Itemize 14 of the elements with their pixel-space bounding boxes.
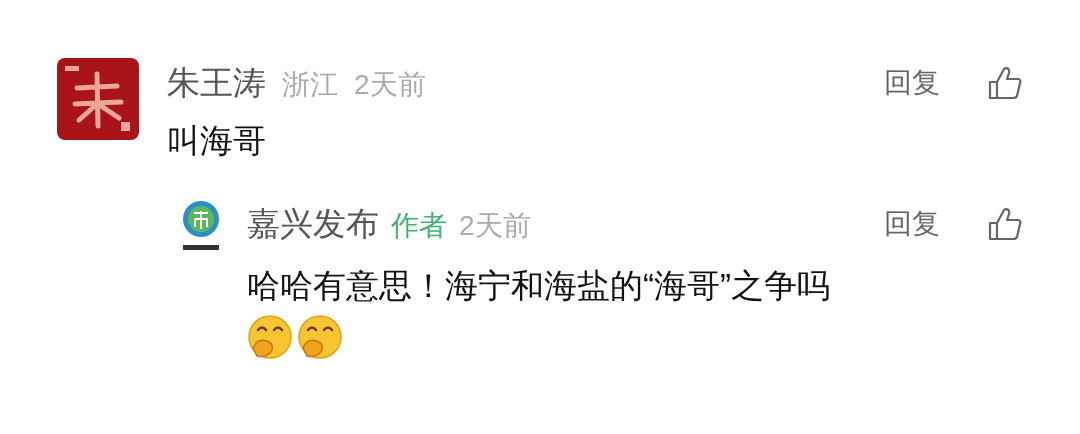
reply-text: 哈哈有意思！海宁和海盐的“海哥”之争吗 xyxy=(247,265,831,306)
emoji-icon xyxy=(297,314,343,360)
region-label: 浙江 xyxy=(282,68,338,102)
emoji-icon xyxy=(247,314,293,360)
thumbs-up-icon[interactable] xyxy=(988,205,1022,242)
reply-button[interactable]: 回复 xyxy=(884,209,940,238)
reply-button[interactable]: 回复 xyxy=(884,68,940,97)
author-label: 作者 xyxy=(391,209,447,243)
thumbs-up-icon[interactable] xyxy=(988,64,1022,101)
comment-text: 叫海哥 xyxy=(167,120,267,161)
author-name[interactable]: 朱王涛 xyxy=(167,58,266,108)
time-label: 2天前 xyxy=(354,68,426,102)
time-label: 2天前 xyxy=(459,209,531,243)
author-name[interactable]: 嘉兴发布 xyxy=(247,199,379,249)
